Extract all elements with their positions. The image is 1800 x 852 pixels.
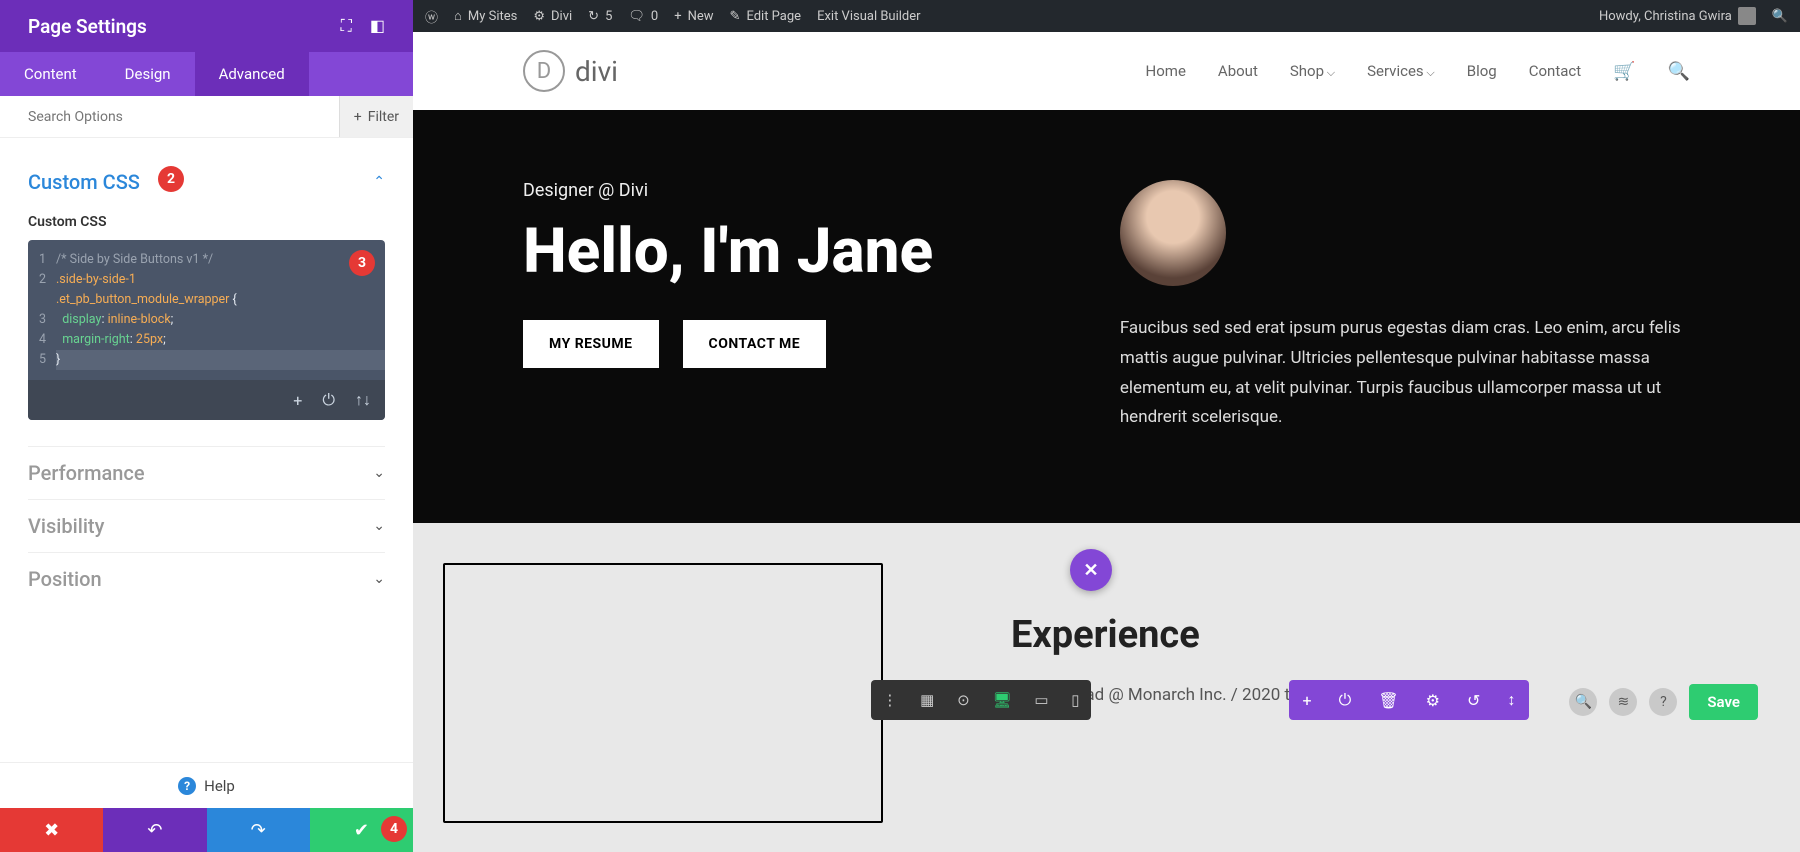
- chevron-up-icon: ⌃: [373, 174, 385, 190]
- experience-title: Experience ✕: [1011, 613, 1690, 657]
- hero-paragraph: Faucibus sed sed erat ipsum purus egesta…: [1120, 314, 1690, 433]
- undo-icon: ↶: [147, 820, 162, 841]
- help-link[interactable]: ? Help: [0, 762, 413, 808]
- mobile-icon[interactable]: ▯: [1071, 691, 1079, 709]
- logo-text: divi: [575, 55, 618, 88]
- help-label: Help: [204, 777, 235, 795]
- undo-button[interactable]: ↶: [103, 808, 206, 852]
- accordion-performance[interactable]: Performance ⌄: [28, 446, 385, 499]
- section-toolbar[interactable]: ⋮ ▦ ⊙ 🖥 ▭ ▯: [871, 680, 1091, 720]
- search-input[interactable]: [0, 109, 339, 125]
- tablet-icon[interactable]: ▭: [1034, 691, 1048, 709]
- chevron-down-icon: ⌄: [373, 571, 385, 587]
- wp-logo-icon[interactable]: ⓦ: [425, 7, 438, 26]
- experience-title-text: Experience: [1011, 613, 1200, 657]
- wp-site[interactable]: ⚙ Divi: [533, 9, 572, 24]
- hero-headline: Hello, I'm Jane: [523, 219, 1060, 284]
- search-icon[interactable]: 🔍: [1668, 61, 1690, 82]
- save-button[interactable]: Save: [1689, 684, 1758, 720]
- wp-search-icon[interactable]: 🔍: [1772, 9, 1788, 24]
- accordion-visibility[interactable]: Visibility ⌄: [28, 499, 385, 552]
- wp-edit[interactable]: ✎ Edit Page: [730, 9, 802, 24]
- code-power-icon[interactable]: ⏻: [322, 390, 335, 410]
- wp-mysites-label: My Sites: [468, 9, 517, 24]
- nav-contact[interactable]: Contact: [1529, 62, 1581, 80]
- site-logo[interactable]: D divi: [523, 50, 618, 92]
- visibility-title: Visibility: [28, 514, 104, 538]
- wp-new-label: New: [688, 9, 714, 24]
- filter-label: Filter: [368, 109, 399, 125]
- tab-design[interactable]: Design: [101, 52, 195, 96]
- badge-2: 2: [158, 166, 184, 192]
- desktop-icon[interactable]: 🖥: [993, 691, 1012, 709]
- wp-edit-label: Edit Page: [746, 9, 801, 24]
- nav-home[interactable]: Home: [1146, 62, 1186, 80]
- badge-3: 3: [349, 250, 375, 276]
- confirm-button[interactable]: ✔ 4: [310, 808, 413, 852]
- contact-button[interactable]: CONTACT ME: [683, 320, 827, 368]
- cart-icon[interactable]: 🛒: [1613, 61, 1635, 82]
- code-add-icon[interactable]: +: [293, 391, 302, 410]
- hero-tagline: Designer @ Divi: [523, 180, 1060, 201]
- code-editor[interactable]: 3 1/* Side by Side Buttons v1 */2.side-b…: [28, 240, 385, 420]
- wp-comments-count: 0: [651, 9, 658, 24]
- accordion-custom-css[interactable]: Custom CSS 2 ⌃: [28, 156, 385, 208]
- redo-button[interactable]: ↷: [207, 808, 310, 852]
- hero-avatar: [1120, 180, 1226, 286]
- expand-icon[interactable]: ⛶: [341, 16, 352, 36]
- row-add-icon[interactable]: +: [1303, 691, 1312, 710]
- wp-exit[interactable]: Exit Visual Builder: [817, 9, 920, 24]
- row-delete-icon[interactable]: 🗑: [1378, 691, 1398, 710]
- plus-icon: +: [354, 109, 362, 125]
- tab-advanced[interactable]: Advanced: [195, 52, 309, 96]
- wp-site-label: Divi: [551, 9, 572, 24]
- help-icon: ?: [178, 777, 196, 795]
- position-title: Position: [28, 567, 102, 591]
- close-bubble[interactable]: ✕: [1070, 549, 1112, 591]
- wp-howdy[interactable]: Howdy, Christina Gwira: [1599, 7, 1756, 25]
- custom-css-title: Custom CSS: [28, 170, 140, 194]
- bottom-help-icon[interactable]: ?: [1649, 688, 1677, 716]
- discard-button[interactable]: ✖: [0, 808, 103, 852]
- panel-icon[interactable]: ◧: [370, 16, 385, 36]
- tab-content[interactable]: Content: [0, 52, 101, 96]
- code-sort-icon[interactable]: ↑↓: [355, 390, 371, 410]
- performance-title: Performance: [28, 461, 145, 485]
- badge-4: 4: [381, 816, 407, 842]
- logo-icon: D: [523, 50, 565, 92]
- chevron-down-icon: ⌄: [373, 465, 385, 481]
- row-settings-icon[interactable]: ⚙: [1426, 691, 1440, 710]
- wp-comments[interactable]: 🗨 0: [628, 9, 658, 24]
- redo-icon: ↷: [251, 820, 266, 841]
- page-settings-title: Page Settings: [28, 15, 147, 38]
- nav-about[interactable]: About: [1218, 62, 1258, 80]
- accordion-position[interactable]: Position ⌄: [28, 552, 385, 605]
- close-icon: ✖: [44, 820, 59, 841]
- resume-button[interactable]: MY RESUME: [523, 320, 659, 368]
- row-history-icon[interactable]: ↺: [1467, 691, 1480, 710]
- nav-blog[interactable]: Blog: [1467, 62, 1497, 80]
- wp-howdy-label: Howdy, Christina Gwira: [1599, 9, 1732, 24]
- experience-card: [443, 563, 883, 823]
- bottom-search-icon[interactable]: 🔍: [1569, 688, 1597, 716]
- check-icon: ✔: [354, 820, 369, 841]
- row-toolbar[interactable]: + ⏻ 🗑 ⚙ ↺ ↕: [1289, 680, 1529, 720]
- wp-mysites[interactable]: ⌂ My Sites: [454, 8, 517, 24]
- grid-icon[interactable]: ▦: [920, 691, 934, 709]
- row-sort-icon[interactable]: ↕: [1507, 690, 1515, 710]
- chevron-down-icon: ⌄: [373, 518, 385, 534]
- nav-services[interactable]: Services: [1367, 62, 1435, 80]
- zoom-icon[interactable]: ⊙: [957, 691, 970, 709]
- row-power-icon[interactable]: ⏻: [1339, 690, 1352, 710]
- wp-updates-count: 5: [605, 9, 612, 24]
- wp-new[interactable]: + New: [674, 9, 713, 24]
- bottom-layers-icon[interactable]: ≋: [1609, 688, 1637, 716]
- drag-icon[interactable]: ⋮: [882, 691, 897, 709]
- filter-button[interactable]: + Filter: [339, 96, 413, 137]
- nav-shop[interactable]: Shop: [1290, 62, 1335, 80]
- wp-updates[interactable]: ↻ 5: [588, 9, 612, 24]
- avatar: [1738, 7, 1756, 25]
- custom-css-sublabel: Custom CSS: [28, 214, 385, 230]
